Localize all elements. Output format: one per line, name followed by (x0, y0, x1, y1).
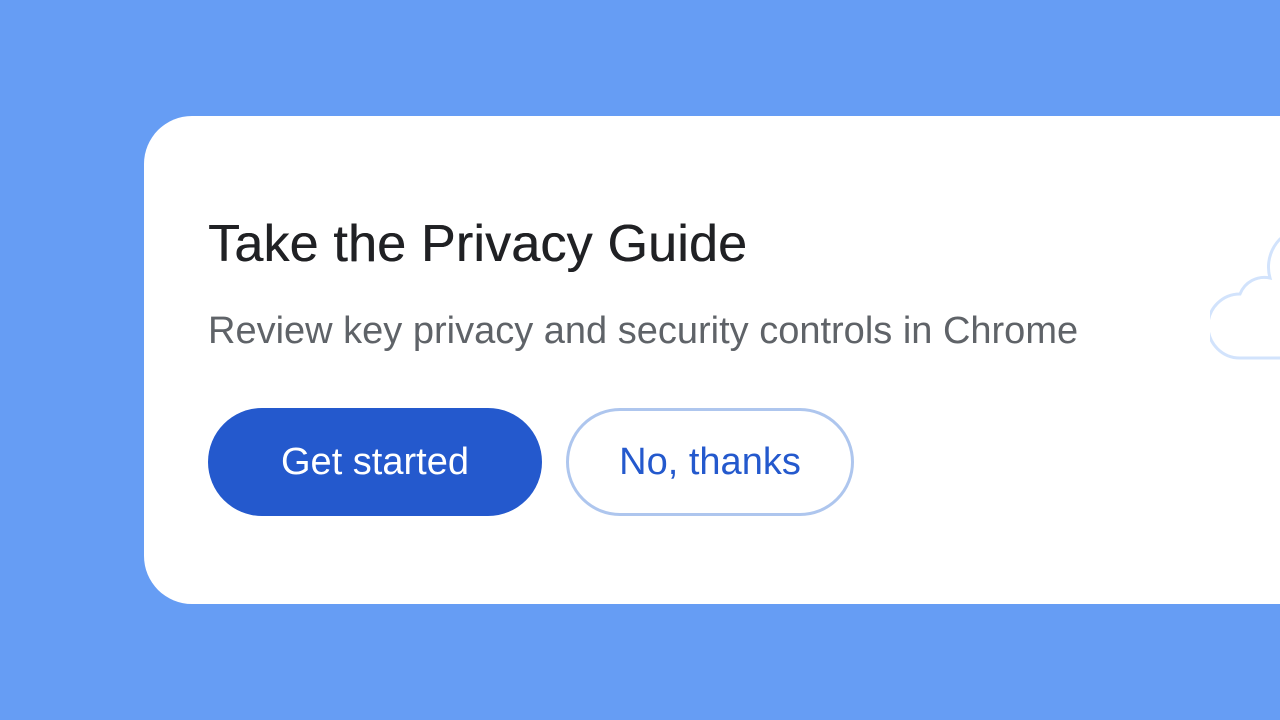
cloud-icon (1210, 237, 1280, 360)
promo-subtitle: Review key privacy and security controls… (208, 310, 1079, 352)
privacy-guide-promo-card: Take the Privacy Guide Review key privac… (144, 116, 1280, 604)
promo-title: Take the Privacy Guide (208, 215, 748, 273)
no-thanks-button[interactable]: No, thanks (566, 408, 854, 516)
get-started-button[interactable]: Get started (208, 408, 542, 516)
